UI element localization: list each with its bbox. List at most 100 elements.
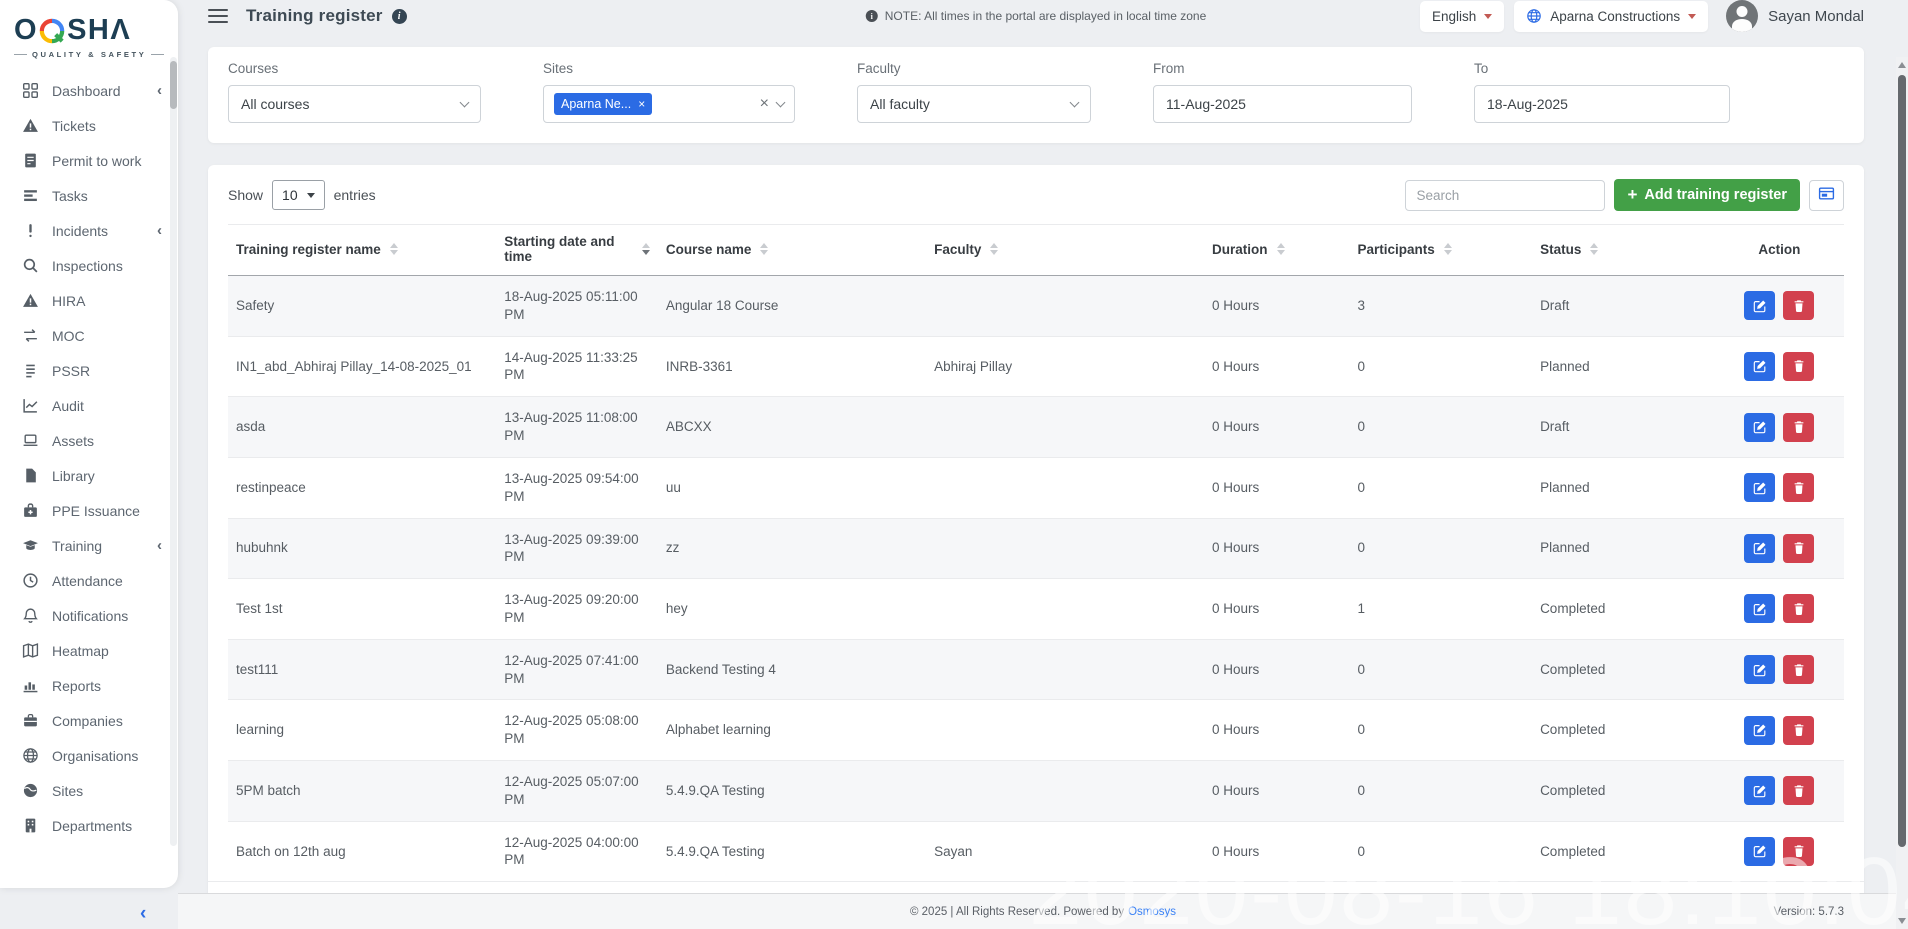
caret-down-icon — [307, 193, 315, 198]
sidebar-item-training[interactable]: Training‹ — [0, 528, 178, 563]
edit-button[interactable] — [1744, 534, 1775, 563]
delete-button[interactable] — [1783, 716, 1814, 745]
site-tag: Aparna Ne... × — [554, 93, 652, 115]
column-header-faculty[interactable]: Faculty — [926, 225, 1204, 276]
delete-button[interactable] — [1783, 776, 1814, 805]
edit-button[interactable] — [1744, 716, 1775, 745]
edit-button[interactable] — [1744, 473, 1775, 502]
faculty-value: All faculty — [870, 96, 930, 112]
footer-bar: © 2025 | All Rights Reserved. Powered by… — [178, 893, 1908, 929]
show-label: Show — [228, 187, 263, 203]
title-info-icon[interactable]: i — [392, 9, 407, 24]
chevron-down-icon — [1070, 97, 1080, 107]
page-size-select[interactable]: 10 — [272, 180, 325, 210]
menu-toggle-button[interactable] — [208, 9, 228, 24]
cell-name: Safety — [228, 276, 496, 337]
to-date-input[interactable] — [1487, 96, 1717, 112]
column-header-starting-date-and-time[interactable]: Starting date and time — [496, 225, 658, 276]
delete-button[interactable] — [1783, 352, 1814, 381]
sites-multiselect[interactable]: Aparna Ne... × × — [543, 85, 795, 123]
sidebar-item-moc[interactable]: MOC — [0, 318, 178, 353]
sidebar-item-heatmap[interactable]: Heatmap — [0, 633, 178, 668]
column-header-status[interactable]: Status — [1532, 225, 1715, 276]
delete-button[interactable] — [1783, 594, 1814, 623]
sidebar-item-library[interactable]: Library — [0, 458, 178, 493]
sidebar-collapse-button[interactable]: ‹ — [140, 904, 146, 923]
sidebar-scrollbar-thumb[interactable] — [170, 61, 177, 109]
sidebar-item-departments[interactable]: Departments — [0, 808, 178, 843]
dashboard-icon — [22, 82, 39, 99]
delete-button[interactable] — [1783, 473, 1814, 502]
delete-button[interactable] — [1783, 534, 1814, 563]
add-training-register-button[interactable]: Add training register — [1614, 179, 1800, 211]
column-header-label: Action — [1758, 242, 1800, 257]
column-header-participants[interactable]: Participants — [1349, 225, 1532, 276]
user-name: Sayan Mondal — [1768, 8, 1864, 25]
filter-faculty: Faculty All faculty — [857, 61, 1091, 123]
sidebar-item-assets[interactable]: Assets — [0, 423, 178, 458]
language-dropdown[interactable]: English — [1420, 1, 1504, 32]
sidebar-item-inspections[interactable]: Inspections — [0, 248, 178, 283]
table-row: IN1_abd_Abhiraj Pillay_14-08-2025_0114-A… — [228, 336, 1844, 397]
sidebar-item-incidents[interactable]: Incidents‹ — [0, 213, 178, 248]
sidebar-item-dashboard[interactable]: Dashboard‹ — [0, 73, 178, 108]
sidebar-item-notifications[interactable]: Notifications — [0, 598, 178, 633]
card-view-button[interactable] — [1809, 180, 1844, 211]
sidebar-item-hira[interactable]: HIRA — [0, 283, 178, 318]
remove-tag-icon[interactable]: × — [638, 98, 645, 110]
brand-logo[interactable]: O S H Λ QUALITY & SAFETY — [0, 0, 178, 65]
sidebar-item-reports[interactable]: Reports — [0, 668, 178, 703]
courses-select[interactable]: All courses — [228, 85, 481, 123]
edit-button[interactable] — [1744, 837, 1775, 866]
sidebar-item-sites[interactable]: Sites — [0, 773, 178, 808]
page-scrollbar[interactable] — [1896, 57, 1908, 929]
sidebar-item-companies[interactable]: Companies — [0, 703, 178, 738]
sidebar-item-permit-to-work[interactable]: Permit to work — [0, 143, 178, 178]
faculty-select[interactable]: All faculty — [857, 85, 1091, 123]
edit-button[interactable] — [1744, 291, 1775, 320]
scroll-up-icon[interactable] — [1898, 62, 1906, 68]
column-header-duration[interactable]: Duration — [1204, 225, 1349, 276]
search-input[interactable] — [1405, 180, 1605, 211]
cell-faculty — [926, 639, 1204, 700]
delete-button[interactable] — [1783, 291, 1814, 320]
sidebar-item-audit[interactable]: Audit — [0, 388, 178, 423]
column-header-training-register-name[interactable]: Training register name — [228, 225, 496, 276]
delete-button[interactable] — [1783, 837, 1814, 866]
delete-button[interactable] — [1783, 413, 1814, 442]
osmosys-link[interactable]: Osmosys — [1128, 906, 1176, 918]
sidebar-item-organisations[interactable]: Organisations — [0, 738, 178, 773]
cell-course: Backend Testing 4 — [658, 639, 926, 700]
from-date-input[interactable] — [1166, 96, 1399, 112]
chevron-left-icon: ‹ — [157, 537, 162, 554]
cell-course: ABCXX — [658, 397, 926, 458]
incidents-icon — [22, 222, 39, 239]
note-info-icon: i — [866, 10, 878, 22]
sidebar-scrollbar[interactable] — [170, 57, 177, 846]
cell-participants: 0 — [1349, 700, 1532, 761]
organisation-dropdown[interactable]: Aparna Constructions — [1514, 1, 1708, 32]
sidebar-item-label: Companies — [52, 713, 168, 729]
edit-button[interactable] — [1744, 594, 1775, 623]
sidebar-item-ppe-issuance[interactable]: PPE Issuance — [0, 493, 178, 528]
main-area: Training register i i NOTE: All times in… — [178, 0, 1908, 929]
sidebar-item-tasks[interactable]: Tasks — [0, 178, 178, 213]
edit-button[interactable] — [1744, 352, 1775, 381]
page-scrollbar-thumb[interactable] — [1898, 75, 1906, 847]
column-header-label: Status — [1540, 242, 1581, 257]
edit-button[interactable] — [1744, 413, 1775, 442]
sort-icon — [390, 243, 398, 255]
top-bar: Training register i i NOTE: All times in… — [208, 0, 1864, 32]
sidebar-item-pssr[interactable]: PSSR — [0, 353, 178, 388]
sidebar-item-attendance[interactable]: Attendance — [0, 563, 178, 598]
filters-panel: Courses All courses Sites Aparna Ne... ×… — [208, 47, 1864, 143]
edit-button[interactable] — [1744, 776, 1775, 805]
user-avatar[interactable] — [1726, 0, 1758, 32]
sidebar-item-tickets[interactable]: Tickets — [0, 108, 178, 143]
cell-status: Planned — [1532, 457, 1715, 518]
column-header-course-name[interactable]: Course name — [658, 225, 926, 276]
scroll-down-icon[interactable] — [1898, 918, 1906, 924]
delete-button[interactable] — [1783, 655, 1814, 684]
edit-button[interactable] — [1744, 655, 1775, 684]
clear-selection-icon[interactable]: × — [760, 96, 769, 112]
